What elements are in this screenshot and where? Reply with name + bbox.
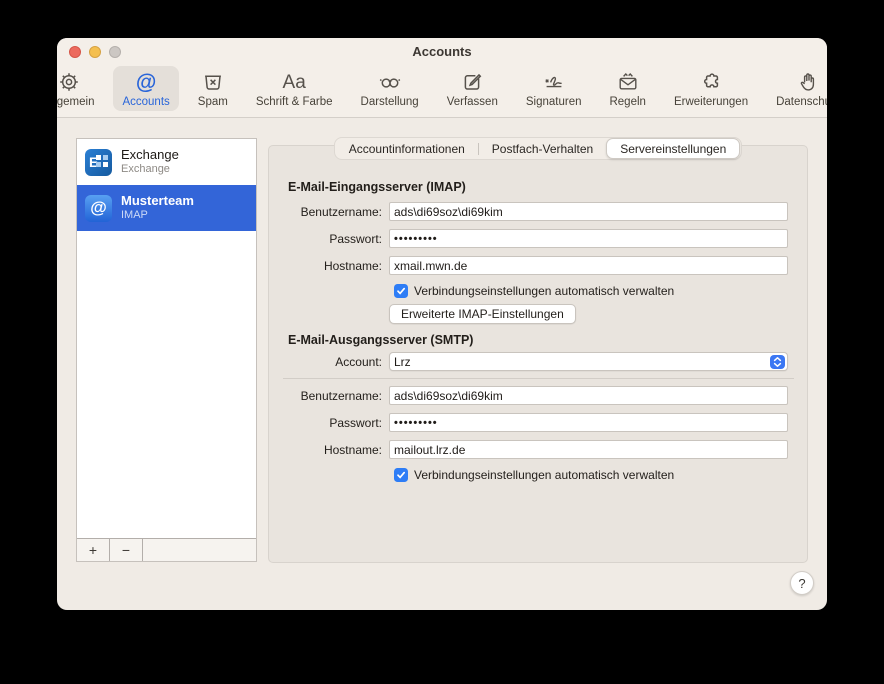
toolbar-item-erweiterungen[interactable]: Erweiterungen (665, 66, 757, 111)
password-label: Passwort: (269, 416, 389, 430)
hand-icon (796, 69, 820, 95)
toolbar-label: Allgemein (57, 96, 94, 108)
at-icon: @ (136, 69, 156, 95)
tab-servereinstellungen[interactable]: Servereinstellungen (606, 138, 740, 159)
help-button[interactable]: ? (790, 571, 814, 595)
smtp-hostname-row: Hostname: (269, 440, 788, 459)
toolbar-label: Spam (198, 96, 228, 108)
toolbar-item-allgemein[interactable]: Allgemein (57, 66, 103, 111)
preferences-toolbar: Allgemein @ Accounts Spam Aa Schrift & F… (57, 66, 827, 118)
gear-icon (57, 69, 81, 95)
toolbar-label: Darstellung (361, 96, 419, 108)
compose-icon (460, 69, 484, 95)
accounts-sidebar: E Exchange Exchange @ Musterteam IMAP + … (76, 138, 257, 562)
window-title: Accounts (57, 44, 827, 59)
titlebar-toolbar: Accounts Allgemein @ Accounts (57, 38, 827, 118)
tab-postfach-verhalten[interactable]: Postfach-Verhalten (479, 138, 606, 159)
smtp-section-heading: E-Mail-Ausgangsserver (SMTP) (288, 333, 473, 347)
smtp-account-value: Lrz (394, 355, 411, 369)
account-type: Exchange (121, 163, 179, 177)
toolbar-item-verfassen[interactable]: Verfassen (438, 66, 507, 111)
server-settings-pane: E-Mail-Eingangsserver (IMAP) Benutzernam… (268, 145, 808, 563)
toolbar-item-darstellung[interactable]: Darstellung (352, 66, 428, 111)
smtp-password-row: Passwort: (269, 413, 788, 432)
imap-username-input[interactable] (389, 202, 788, 221)
puzzle-icon (699, 69, 723, 95)
checkbox-checked-icon (394, 284, 408, 298)
account-name: Musterteam (121, 193, 194, 209)
imap-hostname-row: Hostname: (269, 256, 788, 275)
toolbar-item-regeln[interactable]: Regeln (600, 66, 654, 111)
smtp-divider (283, 378, 794, 379)
account-type: IMAP (121, 209, 194, 223)
glasses-icon (378, 69, 402, 95)
account-list-actions: + − (77, 538, 256, 561)
smtp-account-row: Account: Lrz (269, 352, 788, 371)
toolbar-item-datenschutz[interactable]: Datenschutz (767, 66, 827, 111)
toolbar-item-signaturen[interactable]: Signaturen (517, 66, 591, 111)
settings-tabbar: Accountinformationen Postfach-Verhalten … (57, 137, 827, 160)
imap-hostname-input[interactable] (389, 256, 788, 275)
advanced-imap-settings-button[interactable]: Erweiterte IMAP-Einstellungen (389, 304, 576, 324)
toolbar-label: Regeln (609, 96, 645, 108)
password-label: Passwort: (269, 232, 389, 246)
list-actions-filler (143, 539, 256, 561)
tab-accountinformationen[interactable]: Accountinformationen (336, 138, 478, 159)
smtp-account-popup[interactable]: Lrz (389, 352, 788, 371)
smtp-hostname-input[interactable] (389, 440, 788, 459)
toolbar-label: Signaturen (526, 96, 582, 108)
toolbar-label: Verfassen (447, 96, 498, 108)
mail-preferences-window: Accounts Allgemein @ Accounts (57, 38, 827, 610)
account-label: Account: (269, 355, 389, 369)
imap-password-row: Passwort: (269, 229, 788, 248)
checkbox-checked-icon (394, 468, 408, 482)
imap-password-input[interactable] (389, 229, 788, 248)
smtp-auto-manage-checkbox[interactable]: Verbindungseinstellungen automatisch ver… (394, 468, 674, 482)
accounts-list: E Exchange Exchange @ Musterteam IMAP (77, 139, 256, 538)
username-label: Benutzername: (269, 205, 389, 219)
toolbar-item-spam[interactable]: Spam (189, 66, 237, 111)
toolbar-label: Schrift & Farbe (256, 96, 333, 108)
remove-account-button[interactable]: − (110, 539, 143, 561)
add-account-button[interactable]: + (77, 539, 110, 561)
toolbar-item-accounts[interactable]: @ Accounts (113, 66, 178, 111)
smtp-password-input[interactable] (389, 413, 788, 432)
imap-auto-manage-checkbox[interactable]: Verbindungseinstellungen automatisch ver… (394, 284, 674, 298)
at-account-icon: @ (85, 195, 112, 222)
checkbox-label: Verbindungseinstellungen automatisch ver… (414, 284, 674, 298)
hostname-label: Hostname: (269, 443, 389, 457)
smtp-username-input[interactable] (389, 386, 788, 405)
toolbar-item-schrift-farbe[interactable]: Aa Schrift & Farbe (247, 66, 342, 111)
tab-set: Accountinformationen Postfach-Verhalten … (334, 137, 743, 160)
imap-section-heading: E-Mail-Eingangsserver (IMAP) (288, 180, 466, 194)
junk-bin-icon (201, 69, 225, 95)
toolbar-label: Erweiterungen (674, 96, 748, 108)
fonts-icon: Aa (283, 69, 306, 95)
toolbar-label: Accounts (122, 96, 169, 108)
hostname-label: Hostname: (269, 259, 389, 273)
checkbox-label: Verbindungseinstellungen automatisch ver… (414, 468, 674, 482)
imap-username-row: Benutzername: (269, 202, 788, 221)
popup-stepper-icon (770, 355, 785, 369)
username-label: Benutzername: (269, 389, 389, 403)
signature-icon (542, 69, 566, 95)
toolbar-label: Datenschutz (776, 96, 827, 108)
rules-envelope-icon (616, 69, 640, 95)
smtp-username-row: Benutzername: (269, 386, 788, 405)
account-row-musterteam[interactable]: @ Musterteam IMAP (77, 185, 256, 231)
